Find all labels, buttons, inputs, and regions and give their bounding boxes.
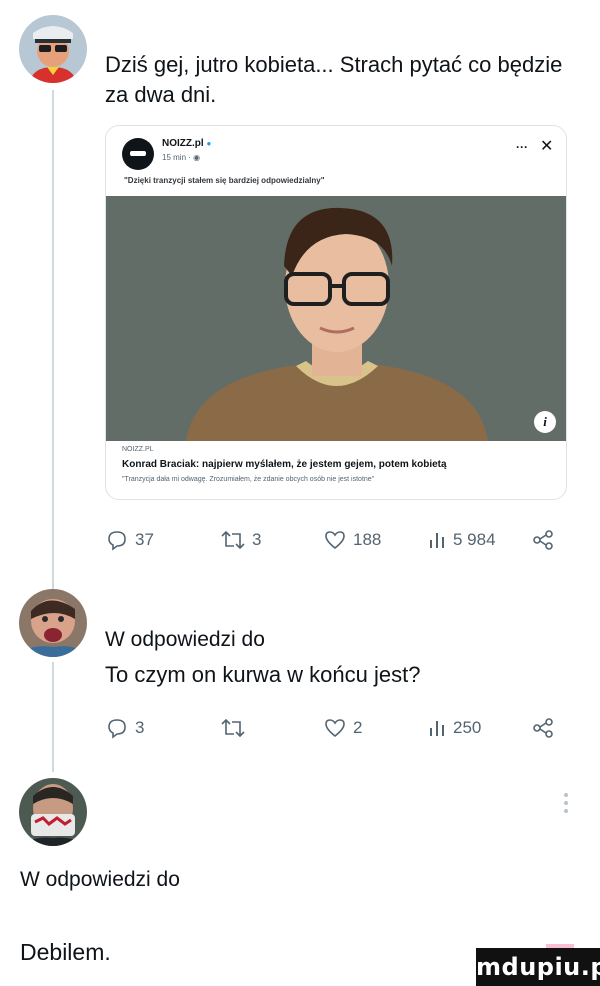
like-count: 188 — [353, 530, 382, 549]
embedded-post-card[interactable]: NOIZZ.pl ● 15 min · ◉ "Dzięki tranzycji … — [105, 125, 567, 500]
views-button[interactable]: 250 — [427, 713, 481, 743]
retweet-count: 3 — [252, 530, 262, 549]
globe-icon: ◉ — [193, 153, 201, 162]
reply-count: 3 — [135, 718, 145, 737]
card-header: NOIZZ.pl ● 15 min · ◉ "Dzięki tranzycji … — [106, 126, 566, 198]
views-button[interactable]: 5 984 — [427, 525, 496, 555]
tweet-actions: 37 3 188 5 984 — [105, 525, 555, 555]
link-source: NOIZZ.PL — [122, 446, 154, 453]
thread-line-1 — [52, 90, 54, 590]
more-options-icon[interactable] — [563, 793, 569, 815]
reply-button[interactable]: 3 — [105, 713, 144, 743]
share-button[interactable] — [531, 525, 555, 555]
share-button[interactable] — [531, 713, 555, 743]
heart-icon — [325, 719, 345, 738]
tweet-text: To czym on kurwa w końcu jest? — [105, 662, 421, 687]
avatar[interactable] — [19, 589, 87, 657]
avatar[interactable] — [19, 778, 87, 846]
info-icon[interactable]: i — [534, 411, 556, 433]
tweet-text: Debilem. — [20, 939, 111, 965]
card-source-name: NOIZZ.pl ● — [162, 138, 212, 149]
article-photo: i — [106, 196, 566, 441]
share-icon — [533, 718, 553, 738]
like-count: 2 — [353, 718, 363, 737]
retweet-icon — [221, 718, 245, 738]
link-title[interactable]: Konrad Braciak: najpierw myślałem, że je… — [122, 459, 447, 470]
retweet-button[interactable] — [220, 713, 252, 743]
avatar-image — [19, 15, 87, 83]
verified-icon: ● — [206, 139, 212, 148]
more-options-icon[interactable]: ··· — [516, 140, 528, 154]
reply-to-label: W odpowiedzi do — [20, 868, 180, 891]
tweet-actions: 3 2 250 — [105, 713, 555, 743]
portrait-illustration — [106, 196, 566, 441]
link-description: "Tranzycja dała mi odwagę. Zrozumiałem, … — [122, 476, 375, 483]
views-chart-icon — [430, 721, 444, 736]
avatar[interactable] — [19, 15, 87, 83]
reply-button[interactable]: 37 — [105, 525, 154, 555]
reply-to-label: W odpowiedzi do — [105, 628, 265, 651]
tweet-text: Dziś gej, jutro kobieta... Strach pytać … — [105, 52, 563, 107]
share-icon — [533, 530, 553, 550]
watermark-logo: mdupiu.pl — [476, 948, 600, 986]
retweet-button[interactable]: 3 — [220, 525, 261, 555]
avatar-image — [19, 778, 87, 846]
views-chart-icon — [430, 533, 444, 548]
retweet-icon — [221, 530, 245, 550]
heart-icon — [325, 531, 345, 550]
avatar-image — [19, 589, 87, 657]
like-button[interactable]: 188 — [323, 525, 381, 555]
card-quote: "Dzięki tranzycji stałem się bardziej od… — [124, 176, 325, 185]
like-button[interactable]: 2 — [323, 713, 362, 743]
reply-icon — [108, 719, 126, 739]
thread-line-2 — [52, 662, 54, 772]
reply-icon — [108, 531, 126, 551]
views-count: 5 984 — [453, 530, 496, 549]
reply-count: 37 — [135, 530, 154, 549]
views-count: 250 — [453, 718, 482, 737]
close-icon[interactable]: ✕ — [540, 136, 553, 156]
noizz-logo — [122, 138, 154, 170]
card-meta: 15 min · ◉ — [162, 153, 201, 162]
